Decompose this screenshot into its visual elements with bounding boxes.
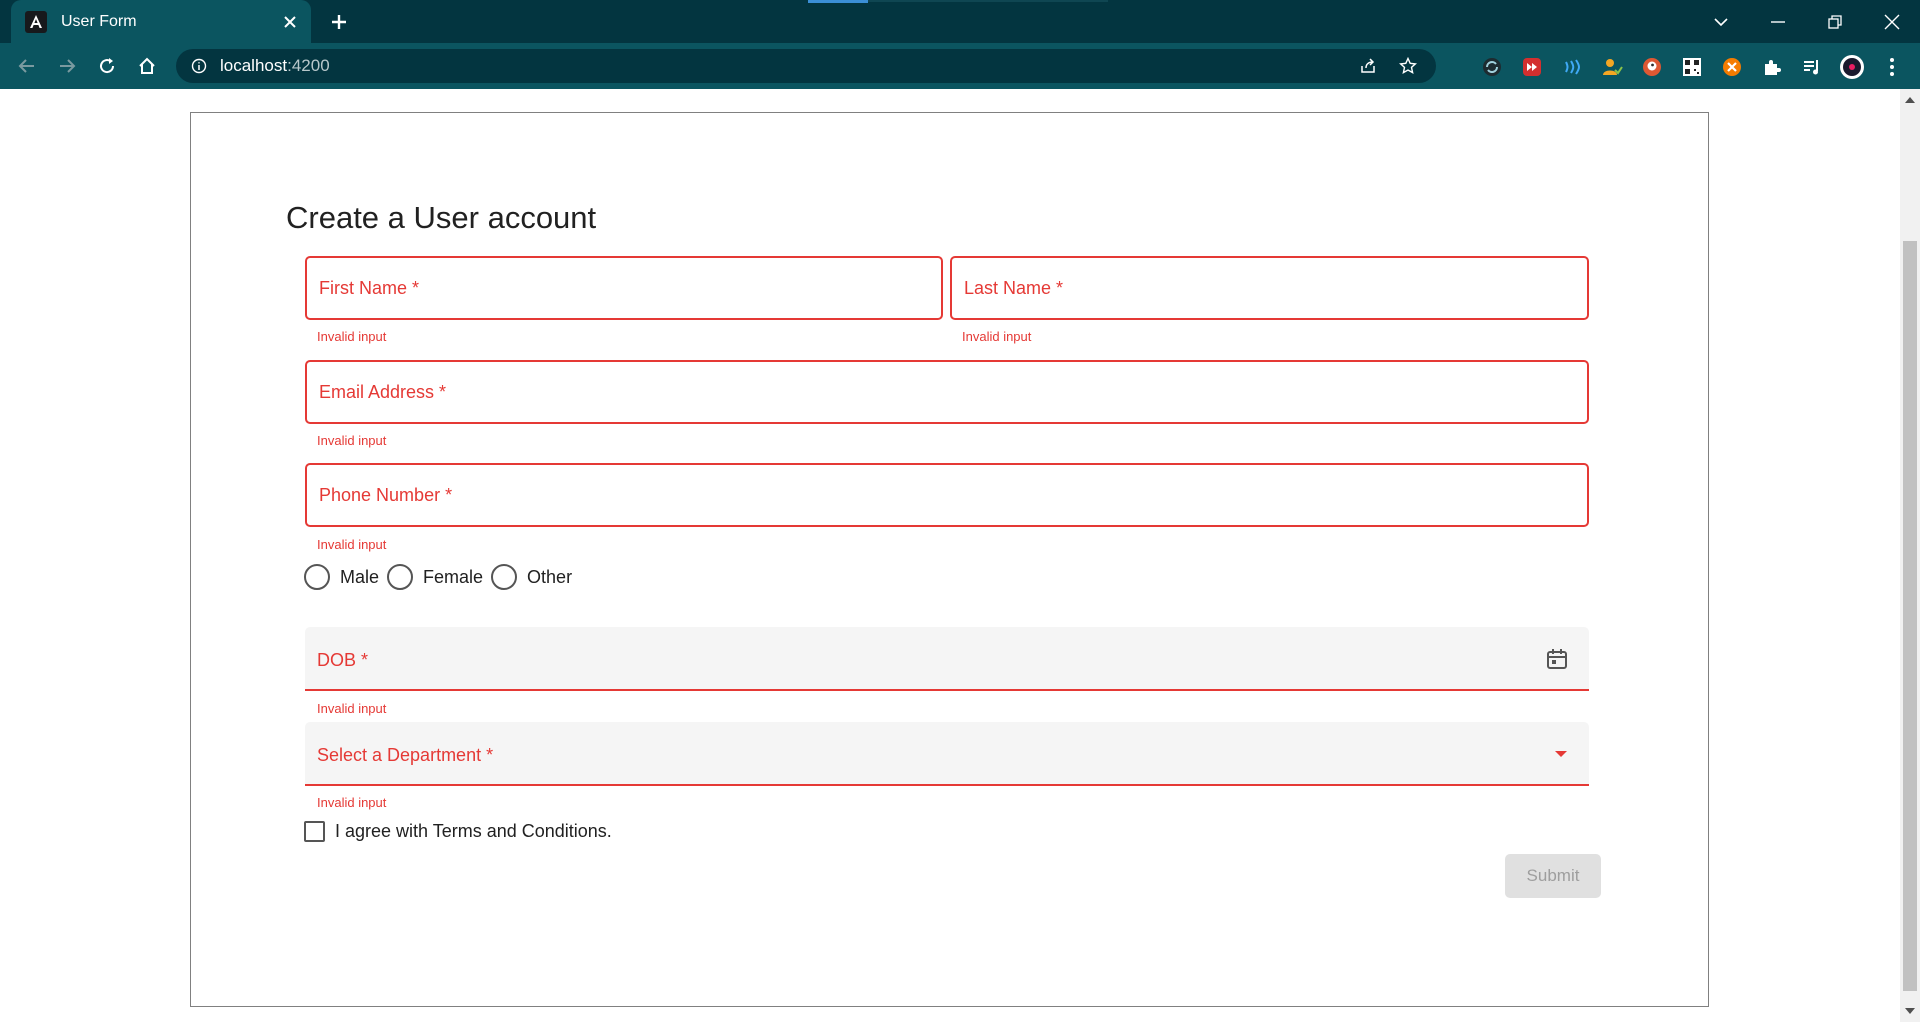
- gender-option-other[interactable]: Other: [491, 564, 580, 590]
- last-name-label: Last Name *: [964, 278, 1064, 298]
- calendar-icon[interactable]: [1545, 647, 1569, 671]
- radio-button[interactable]: [491, 564, 518, 590]
- plus-icon[interactable]: [324, 7, 354, 37]
- extension-fastforward-icon[interactable]: [1519, 54, 1545, 80]
- last-name-field[interactable]: Last Name *: [950, 256, 1589, 320]
- browser-tab[interactable]: User Form: [11, 0, 311, 43]
- restore-icon[interactable]: [1806, 0, 1863, 43]
- phone-field[interactable]: Phone Number *: [305, 463, 1589, 527]
- tab-title: User Form: [61, 12, 137, 30]
- share-icon[interactable]: [1354, 53, 1382, 79]
- gender-label-female: Female: [423, 566, 484, 587]
- reload-icon[interactable]: [92, 51, 122, 81]
- email-error: Invalid input: [317, 433, 387, 448]
- first-name-label: First Name *: [319, 278, 420, 298]
- browser-titlebar: User Form: [0, 0, 1920, 43]
- radio-button[interactable]: [304, 564, 330, 590]
- terms-label: I agree with Terms and Conditions.: [335, 821, 612, 841]
- dob-label: DOB *: [317, 650, 369, 670]
- address-bar[interactable]: localhost:4200: [176, 49, 1436, 83]
- tab-search-icon[interactable]: [1692, 0, 1749, 43]
- terms-checkbox-row[interactable]: I agree with Terms and Conditions.: [304, 821, 612, 842]
- back-icon[interactable]: [12, 51, 42, 81]
- tab-strip-indicator: [808, 0, 868, 3]
- phone-error: Invalid input: [317, 537, 387, 552]
- email-field[interactable]: Email Address *: [305, 360, 1589, 424]
- first-name-field[interactable]: First Name *: [305, 256, 943, 320]
- dob-field[interactable]: DOB *: [305, 627, 1589, 691]
- gender-option-female[interactable]: Female: [387, 564, 491, 590]
- close-icon[interactable]: [283, 11, 297, 33]
- terms-checkbox[interactable]: [304, 821, 325, 842]
- extension-duckduckgo-icon[interactable]: [1639, 54, 1665, 80]
- department-select[interactable]: Select a Department *: [305, 722, 1589, 786]
- dob-error: Invalid input: [317, 701, 387, 716]
- scroll-thumb[interactable]: [1903, 241, 1917, 991]
- dropdown-arrow-icon[interactable]: [1549, 742, 1573, 766]
- home-icon[interactable]: [132, 51, 162, 81]
- extension-sync-icon[interactable]: [1479, 54, 1505, 80]
- profile-avatar-icon[interactable]: [1839, 54, 1865, 80]
- tab-strip-divider: [868, 0, 1108, 2]
- extensions-puzzle-icon[interactable]: [1759, 54, 1785, 80]
- extension-shield-icon[interactable]: [1719, 54, 1745, 80]
- site-info-icon[interactable]: [190, 57, 208, 75]
- department-error: Invalid input: [317, 795, 387, 810]
- browser-menu-icon[interactable]: [1879, 54, 1905, 80]
- email-label: Email Address *: [319, 382, 447, 402]
- extension-wave-icon[interactable]: [1559, 54, 1585, 80]
- bookmark-star-icon[interactable]: [1394, 53, 1422, 79]
- radio-button[interactable]: [387, 564, 414, 590]
- extension-user-check-icon[interactable]: [1599, 54, 1625, 80]
- submit-button[interactable]: Submit: [1505, 854, 1601, 898]
- extension-qr-code-icon[interactable]: [1679, 54, 1705, 80]
- last-name-error: Invalid input: [962, 329, 1032, 344]
- media-controls-icon[interactable]: [1799, 54, 1825, 80]
- form-card: [190, 112, 1709, 1007]
- department-label: Select a Department *: [317, 745, 494, 765]
- window-close-icon[interactable]: [1863, 0, 1920, 43]
- minimize-icon[interactable]: [1749, 0, 1806, 43]
- scroll-down-arrow-icon[interactable]: [1905, 1008, 1915, 1014]
- browser-toolbar: localhost:4200: [0, 43, 1920, 89]
- gender-option-male[interactable]: Male: [304, 564, 387, 590]
- gender-label-male: Male: [340, 566, 380, 587]
- phone-label: Phone Number *: [319, 485, 453, 505]
- page-scrollbar[interactable]: [1900, 89, 1920, 1022]
- scroll-up-arrow-icon[interactable]: [1905, 97, 1915, 103]
- forward-icon[interactable]: [52, 51, 82, 81]
- first-name-error: Invalid input: [317, 329, 387, 344]
- url-text: localhost:4200: [220, 56, 330, 75]
- angular-icon: [25, 10, 47, 33]
- gender-radio-group: Male Female Other: [304, 563, 580, 591]
- page-title: Create a User account: [286, 200, 597, 235]
- gender-label-other: Other: [527, 566, 573, 587]
- window-controls: [1692, 0, 1920, 43]
